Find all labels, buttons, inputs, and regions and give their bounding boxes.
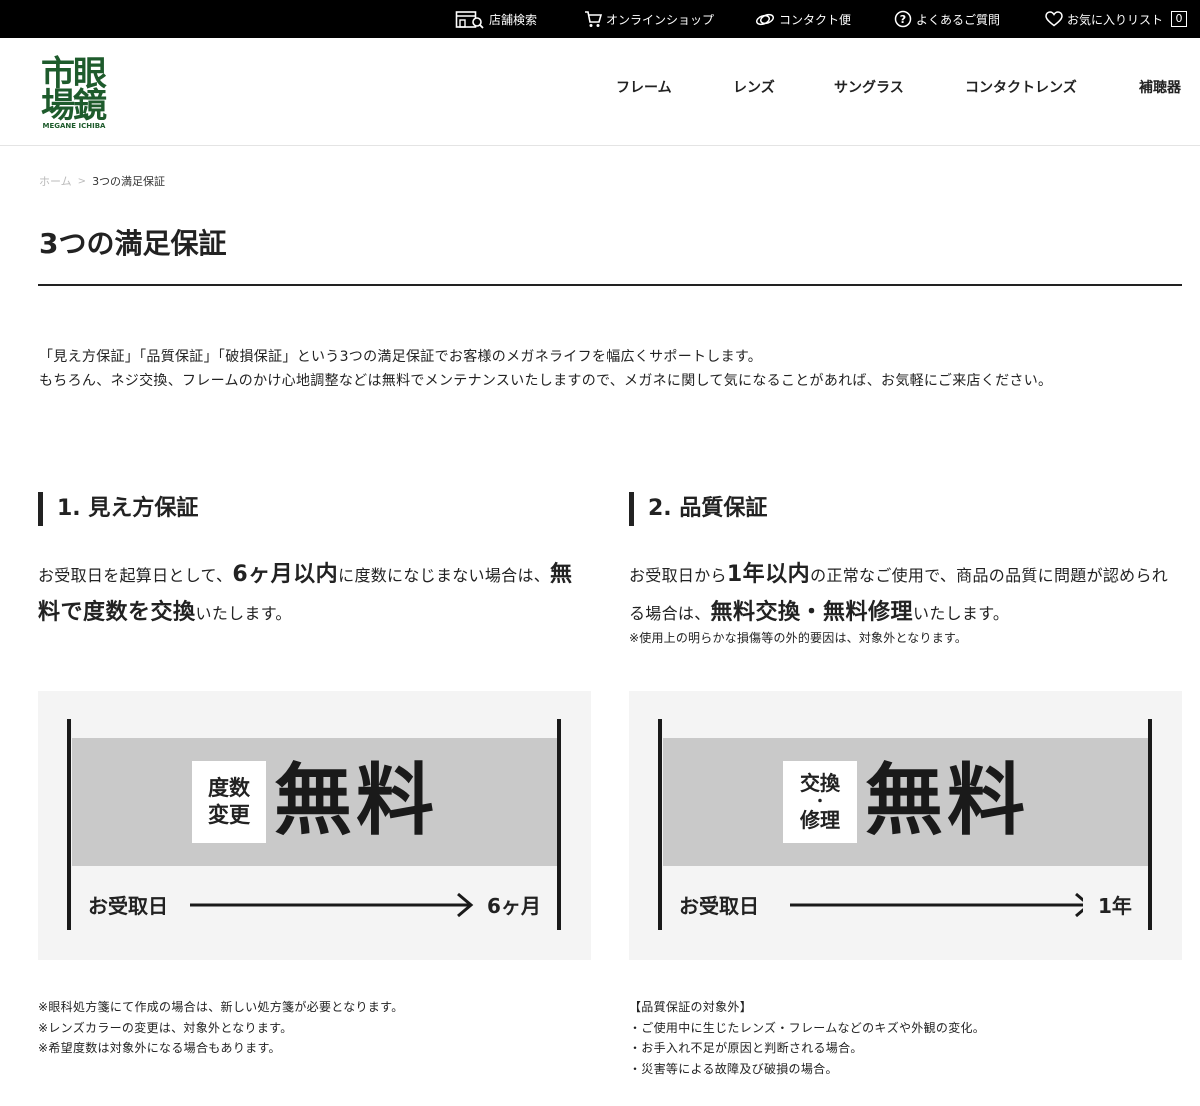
nav-contact-lens[interactable]: コンタクトレンズ	[965, 38, 1077, 136]
exchange-repair-tag: 交換 ・ 修理	[783, 761, 857, 843]
section-lead: お受取日を起算日として、6ヶ月以内に度数になじまない場合は、無料で度数を交換いた…	[38, 562, 573, 625]
nav-frame[interactable]: フレーム	[616, 38, 672, 136]
faq-link[interactable]: ? よくあるご質問	[894, 0, 1000, 38]
section-lead: お受取日から1年以内の正常なご使用で、商品の品質に問題が認められる場合は、無料交…	[629, 562, 1169, 625]
timeline-start-label: お受取日	[88, 894, 168, 918]
favorites-label: お気に入りリスト	[1067, 12, 1164, 27]
page-title: 3つの満足保証	[39, 227, 227, 260]
lens-icon	[755, 13, 775, 26]
note-item: ・ご使用中に生じたレンズ・フレームなどのキズや外観の変化。	[629, 1020, 986, 1035]
store-search-label: 店舗検索	[489, 12, 538, 27]
timeline-end-bar	[557, 719, 561, 930]
timeline-arrow-icon	[790, 892, 1083, 918]
megane-ichiba-logo[interactable]: 市 眼 場 鏡 MEGANE ICHIBA	[40, 53, 110, 131]
section-subnote: ※使用上の明らかな損傷等の外的要因は、対象外となります。	[629, 631, 968, 645]
timeline-arrow-icon	[190, 892, 474, 918]
nav-lens[interactable]: レンズ	[733, 38, 775, 136]
timeline-start-label: お受取日	[679, 894, 759, 918]
svg-text:鏡: 鏡	[73, 86, 107, 126]
timeline-end-label: 6ヶ月	[487, 894, 541, 918]
svg-text:?: ?	[900, 13, 906, 26]
prescription-change-tag: 度数 変更	[192, 761, 266, 843]
cart-icon	[585, 11, 602, 27]
title-divider	[38, 284, 1182, 286]
breadcrumb: ホーム > 3つの満足保証	[39, 173, 165, 189]
timeline-start-bar	[67, 719, 71, 930]
online-shop-label: オンラインショップ	[606, 12, 715, 27]
favorites-count: 0	[1171, 11, 1188, 27]
intro-line-2: もちろん、ネジ交換、フレームのかけ心地調整などは無料でメンテナンスいたしますので…	[39, 373, 1053, 389]
vision-guarantee-notes: ※眼科処方箋にて作成の場合は、新しい処方箋が必要となります。 ※レンズカラーの変…	[38, 997, 598, 1059]
heart-icon	[1045, 11, 1063, 27]
section-title: 1. 見え方保証	[38, 492, 591, 526]
contact-bin-link[interactable]: コンタクト便	[755, 0, 851, 38]
vision-guarantee-graphic: 度数 変更 無料 お受取日 6ヶ月	[38, 691, 591, 960]
note-item: ・災害等による故障及び破損の場合。	[629, 1061, 838, 1076]
section-vision-guarantee: 1. 見え方保証 お受取日を起算日として、6ヶ月以内に度数になじまない場合は、無…	[38, 492, 591, 632]
intro-text: 「見え方保証」「品質保証」「破損保証」という3つの満足保証でお客様のメガネライフ…	[39, 345, 1179, 393]
note-item: ※希望度数は対象外になる場合もあります。	[38, 1041, 281, 1055]
quality-guarantee-graphic: 交換 ・ 修理 無料 お受取日 1年	[629, 691, 1182, 960]
online-shop-link[interactable]: オンラインショップ	[584, 0, 714, 38]
section-title: 2. 品質保証	[629, 492, 1182, 526]
logo-subtext: MEGANE ICHIBA	[43, 122, 107, 130]
quality-guarantee-notes: 【品質保証の対象外】 ・ご使用中に生じたレンズ・フレームなどのキズや外観の変化。…	[629, 997, 1189, 1079]
faq-label: よくあるご質問	[916, 12, 1001, 27]
free-label: 無料	[865, 756, 1030, 846]
store-icon	[455, 11, 484, 29]
note-heading: 【品質保証の対象外】	[629, 1000, 753, 1014]
breadcrumb-current: 3つの満足保証	[92, 175, 166, 188]
intro-line-1: 「見え方保証」「品質保証」「破損保証」という3つの満足保証でお客様のメガネライフ…	[39, 349, 763, 365]
free-label: 無料	[274, 756, 439, 846]
note-item: ※眼科処方箋にて作成の場合は、新しい処方箋が必要となります。	[38, 1000, 404, 1014]
timeline-end-label: 1年	[1098, 894, 1132, 918]
question-icon: ?	[894, 10, 912, 28]
nav-hearing-aid[interactable]: 補聴器	[1139, 38, 1181, 136]
store-search-link[interactable]: 店舗検索	[455, 0, 537, 38]
utility-bar: 店舗検索 オンラインショップ コンタクト便 ? よくあるご質問 お気に入りリスト…	[0, 0, 1200, 38]
nav-sunglasses[interactable]: サングラス	[834, 38, 904, 136]
note-item: ・お手入れ不足が原因と判断される場合。	[629, 1041, 863, 1055]
site-header: 市 眼 場 鏡 MEGANE ICHIBA フレーム レンズ サングラス コンタ…	[0, 38, 1200, 146]
note-item: ※レンズカラーの変更は、対象外となります。	[38, 1020, 293, 1035]
timeline-start-bar	[658, 719, 662, 930]
logo-mark: 市 眼 場 鏡 MEGANE ICHIBA	[41, 54, 107, 130]
breadcrumb-separator: >	[77, 175, 87, 187]
timeline-end-bar	[1148, 719, 1152, 930]
section-quality-guarantee: 2. 品質保証 お受取日から1年以内の正常なご使用で、商品の品質に問題が認められ…	[629, 492, 1182, 646]
breadcrumb-home[interactable]: ホーム	[39, 173, 72, 189]
contact-bin-label: コンタクト便	[779, 12, 852, 27]
svg-text:場: 場	[41, 86, 75, 126]
favorites-link[interactable]: お気に入りリスト 0	[1045, 0, 1188, 38]
